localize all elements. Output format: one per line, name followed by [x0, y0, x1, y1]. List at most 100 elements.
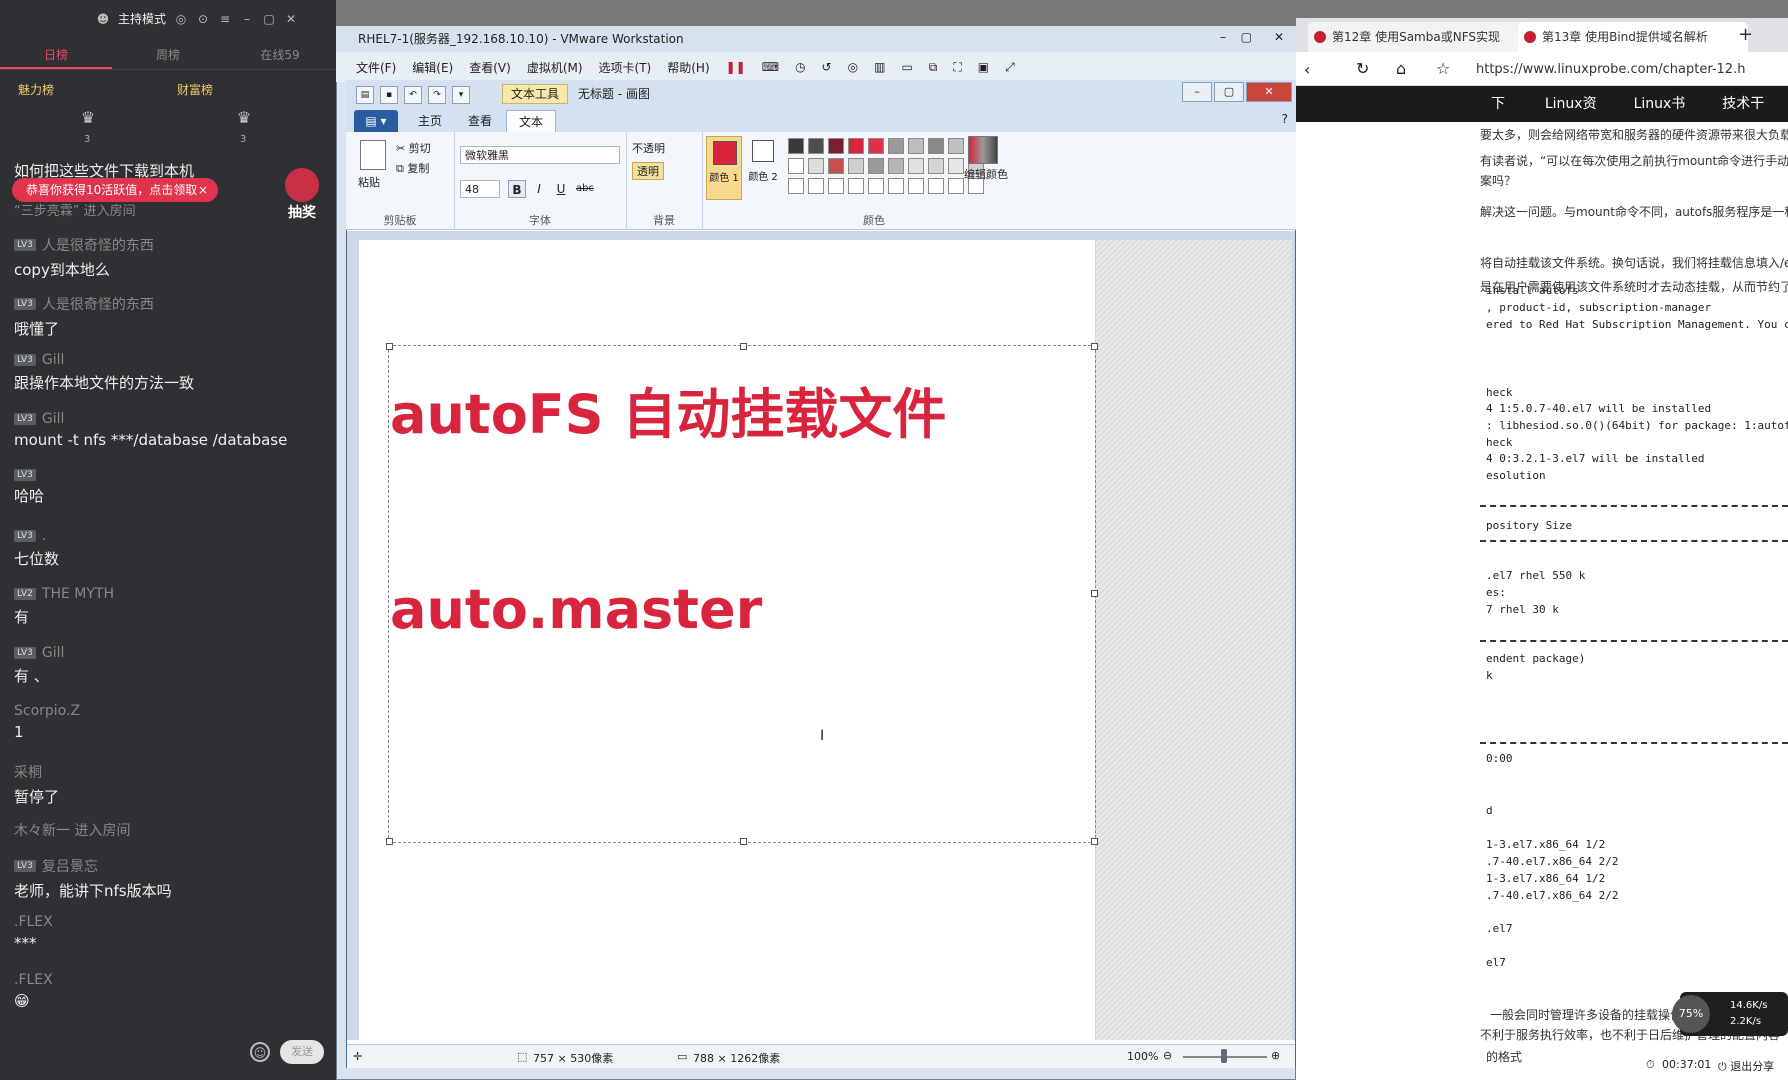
save-icon[interactable]: ▪ — [380, 86, 398, 104]
charm-rank-tab[interactable]: 魅力榜 — [0, 78, 177, 102]
tab-online[interactable]: 在线59 — [224, 40, 336, 69]
font-family-select[interactable]: 微软雅黑 — [460, 146, 620, 164]
color-swatch[interactable] — [888, 158, 904, 174]
resize-handle[interactable] — [1091, 590, 1098, 597]
color-swatch[interactable] — [848, 178, 864, 194]
nav-download[interactable]: 下载 — [1296, 86, 1531, 148]
menu-tabs[interactable]: 选项卡(T) — [591, 59, 660, 76]
font-size-select[interactable]: 48 — [460, 180, 500, 198]
copy-button[interactable]: ⧉ 复制 — [396, 160, 429, 176]
strikethrough-button[interactable]: abc — [574, 180, 596, 198]
resize-handle[interactable] — [1091, 343, 1098, 350]
snapshot-icon[interactable]: ◷ — [787, 60, 813, 74]
wealth-rank-tab[interactable]: 财富榜 — [177, 78, 336, 102]
pause-icon[interactable]: ❚❚ — [718, 60, 754, 74]
maximize-icon[interactable]: ▢ — [1241, 30, 1252, 44]
paint-app-icon[interactable]: ▤ — [356, 86, 374, 104]
browser-tab[interactable]: 第12章 使用Samba或NFS实现 — [1308, 22, 1536, 52]
bold-button[interactable]: B — [508, 180, 526, 198]
library-icon[interactable]: ▥ — [866, 60, 893, 74]
star-icon[interactable]: ☆ — [1436, 59, 1450, 78]
zoom-slider-thumb[interactable] — [1221, 1049, 1227, 1063]
edit-colors-icon[interactable] — [968, 136, 998, 164]
menu-icon[interactable]: ≡ — [218, 12, 232, 26]
color-swatch[interactable] — [848, 158, 864, 174]
menu-vm[interactable]: 虚拟机(M) — [519, 59, 591, 76]
address-bar[interactable]: https://www.linuxprobe.com/chapter-12.h — [1476, 62, 1745, 77]
nav-linux-books[interactable]: Linux书籍 — [1620, 86, 1709, 148]
menu-help[interactable]: 帮助(H) — [659, 59, 717, 76]
resize-handle[interactable] — [1091, 838, 1098, 845]
zoom-in-icon[interactable]: ⊕ — [1271, 1049, 1280, 1062]
color1-button[interactable]: 颜色 1 — [706, 136, 742, 200]
new-tab-button[interactable]: + — [1738, 24, 1753, 45]
console-icon[interactable]: ▣ — [970, 60, 997, 74]
color-swatch[interactable] — [928, 138, 944, 154]
color-swatch[interactable] — [868, 158, 884, 174]
color-swatch[interactable] — [808, 158, 824, 174]
promo-banner[interactable]: 恭喜你获得10活跃值，点击领取 × — [12, 178, 218, 202]
color2-button[interactable]: 颜色 2 — [746, 136, 782, 200]
fit-icon[interactable]: ⧉ — [921, 60, 946, 75]
back-icon[interactable]: ‹ — [1304, 60, 1310, 79]
resize-handle[interactable] — [386, 838, 393, 845]
tab-text[interactable]: 文本 — [506, 110, 557, 133]
close-icon[interactable]: ✕ — [284, 12, 298, 26]
color-swatch[interactable] — [868, 138, 884, 154]
edit-colors-button[interactable]: 编辑颜色 — [964, 166, 1008, 182]
promo-close-icon[interactable]: × — [198, 178, 208, 202]
color-swatch[interactable] — [928, 158, 944, 174]
tab-view[interactable]: 查看 — [456, 110, 504, 132]
color-swatch[interactable] — [888, 138, 904, 154]
underline-button[interactable]: U — [552, 180, 570, 198]
color-swatch[interactable] — [908, 178, 924, 194]
menu-edit[interactable]: 编辑(E) — [404, 59, 461, 76]
color-swatch[interactable] — [948, 158, 964, 174]
close-icon[interactable]: ✕ — [1246, 82, 1292, 102]
tab-home[interactable]: 主页 — [406, 110, 454, 132]
color-swatch[interactable] — [848, 138, 864, 154]
maximize-icon[interactable]: ▢ — [262, 12, 276, 26]
resize-handle[interactable] — [386, 343, 393, 350]
snapshot-manager-icon[interactable]: ◎ — [840, 60, 866, 74]
customize-icon[interactable]: ▾ — [452, 86, 470, 104]
reload-icon[interactable]: ↻ — [1356, 59, 1369, 78]
minimize-icon[interactable]: – — [240, 12, 254, 26]
color-swatch[interactable] — [808, 178, 824, 194]
smile-icon[interactable]: ☺ — [250, 1042, 270, 1062]
italic-button[interactable]: I — [530, 180, 548, 198]
maximize-icon[interactable]: ▢ — [1214, 82, 1244, 102]
tab-weekly-rank[interactable]: 周榜 — [112, 40, 224, 69]
color-swatch[interactable] — [928, 178, 944, 194]
file-menu-button[interactable]: ▤ ▾ — [354, 110, 398, 132]
minimize-icon[interactable]: – — [1220, 30, 1226, 44]
stretch-icon[interactable]: ⤢ — [997, 60, 1023, 75]
tab-daily-rank[interactable]: 日榜 — [0, 40, 112, 69]
color-swatch[interactable] — [828, 178, 844, 194]
color-swatch[interactable] — [948, 138, 964, 154]
paste-button[interactable]: 粘贴 — [358, 174, 380, 190]
paste-icon[interactable] — [360, 140, 386, 170]
color-swatch[interactable] — [868, 178, 884, 194]
revert-snapshot-icon[interactable]: ↺ — [814, 60, 840, 74]
zoom-out-icon[interactable]: ⊖ — [1163, 1049, 1172, 1062]
color-swatch[interactable] — [788, 138, 804, 154]
lottery-button[interactable]: 抽奖 — [280, 168, 324, 221]
home-icon[interactable]: ⌂ — [1396, 59, 1406, 78]
redo-icon[interactable]: ↷ — [428, 86, 446, 104]
opaque-option[interactable]: 不透明 — [632, 140, 665, 156]
menu-view[interactable]: 查看(V) — [461, 59, 519, 76]
color-swatch[interactable] — [888, 178, 904, 194]
help-icon[interactable]: ? — [1282, 112, 1288, 126]
single-window-icon[interactable]: ▭ — [893, 60, 920, 74]
exit-share-button[interactable]: ⏻ 退出分享 — [1718, 1058, 1774, 1074]
browser-tab-active[interactable]: 第13章 使用Bind提供域名解析 — [1518, 22, 1748, 52]
color-swatch[interactable] — [948, 178, 964, 194]
resize-handle[interactable] — [740, 343, 747, 350]
color-swatch[interactable] — [788, 178, 804, 194]
send-button[interactable]: 发送 — [280, 1040, 324, 1064]
resize-handle[interactable] — [740, 838, 747, 845]
send-keys-icon[interactable]: ⌨ — [754, 60, 787, 74]
pin-icon[interactable]: ⊙ — [196, 12, 210, 26]
color-swatch[interactable] — [908, 138, 924, 154]
